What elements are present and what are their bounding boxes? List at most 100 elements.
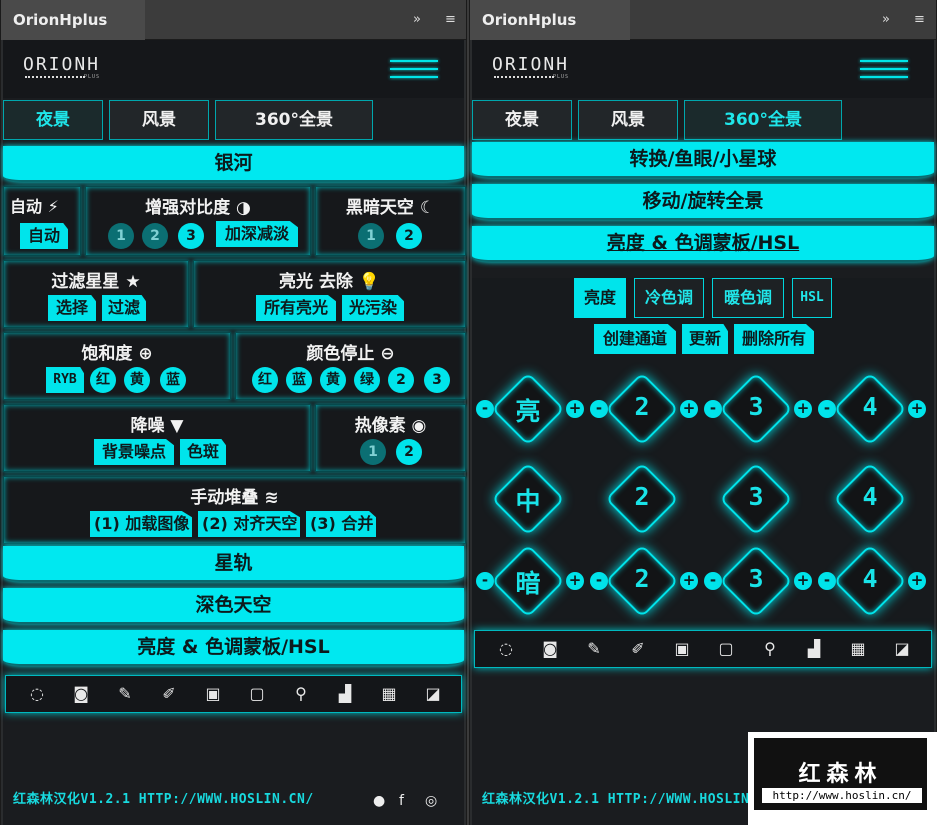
all-glow-button[interactable]: 所有亮光 xyxy=(256,295,336,321)
mode-tab-landscape[interactable]: 风景 xyxy=(578,100,678,140)
plus-button[interactable]: + xyxy=(566,572,584,590)
load-images-button[interactable]: (1) 加载图像 xyxy=(90,511,192,537)
plus-button[interactable]: + xyxy=(794,572,812,590)
lasso-brush-icon[interactable]: ◌ xyxy=(24,682,50,706)
eyedropper-icon[interactable]: ⚲ xyxy=(288,682,314,706)
hot-pixel-level-1[interactable]: 1 xyxy=(360,439,386,465)
filter-stars-button[interactable]: 过滤 xyxy=(102,295,146,321)
saturation-yellow-button[interactable]: 黄 xyxy=(124,367,150,393)
grid-icon[interactable]: ▦ xyxy=(376,682,402,706)
update-button[interactable]: 更新 xyxy=(682,324,728,354)
contrast-level-3[interactable]: 3 xyxy=(178,223,204,249)
expand-icon[interactable]: » xyxy=(882,12,890,27)
darksky-level-2[interactable]: 2 xyxy=(396,223,422,249)
plus-button[interactable]: + xyxy=(908,572,926,590)
contrast-level-1[interactable]: 1 xyxy=(108,223,134,249)
merge-button[interactable]: (3) 合并 xyxy=(306,511,376,537)
brush-light-icon[interactable]: ✐ xyxy=(156,682,182,706)
level-label: 3 xyxy=(748,392,764,421)
mask-circle-icon[interactable]: ◙ xyxy=(68,682,94,706)
select-stars-button[interactable]: 选择 xyxy=(48,295,96,321)
dodge-burn-button[interactable]: 加深减淡 xyxy=(216,221,298,247)
darksky-level-1[interactable]: 1 xyxy=(358,223,384,249)
brush-dark-icon[interactable]: ✎ xyxy=(581,637,607,661)
contrast-level-2[interactable]: 2 xyxy=(142,223,168,249)
delete-all-button[interactable]: 删除所有 xyxy=(734,324,814,354)
minus-button[interactable]: - xyxy=(704,400,722,418)
brush-light-icon[interactable]: ✐ xyxy=(625,637,651,661)
plus-button[interactable]: + xyxy=(680,572,698,590)
brush-dark-icon[interactable]: ✎ xyxy=(112,682,138,706)
stop-level-3[interactable]: 3 xyxy=(424,367,450,393)
curve-icon[interactable]: ◪ xyxy=(889,637,915,661)
mask-warm-button[interactable]: 暖色调 xyxy=(712,278,784,318)
left-tab-title[interactable]: OrionHplus v120 xyxy=(1,0,145,69)
align-sky-button[interactable]: (2) 对齐天空 xyxy=(198,511,300,537)
saturation-blue-button[interactable]: 蓝 xyxy=(160,367,186,393)
hot-pixel-level-2[interactable]: 2 xyxy=(396,439,422,465)
gradient-dark-icon[interactable]: ▣ xyxy=(669,637,695,661)
expand-icon[interactable]: » xyxy=(413,12,421,27)
bulb-icon: 💡 xyxy=(358,272,380,292)
minus-button[interactable]: - xyxy=(704,572,722,590)
stop-level-2[interactable]: 2 xyxy=(388,367,414,393)
brightness-hsl-section[interactable]: 亮度 & 色调蒙板/HSL xyxy=(3,630,464,666)
saturation-ryb-button[interactable]: RYB xyxy=(46,367,84,393)
stop-blue-button[interactable]: 蓝 xyxy=(286,367,312,393)
panel-menu-icon[interactable]: ≡ xyxy=(914,12,925,27)
plus-button[interactable]: + xyxy=(908,400,926,418)
eyedropper-icon[interactable]: ⚲ xyxy=(757,637,783,661)
light-pollution-button[interactable]: 光污染 xyxy=(342,295,404,321)
mode-tab-360[interactable]: 360°全景 xyxy=(684,100,842,140)
move-rotate-section[interactable]: 移动/旋转全景 xyxy=(472,184,934,220)
gradient-dark-icon[interactable]: ▣ xyxy=(200,682,226,706)
right-tab-title[interactable]: OrionHplus v.1.2.1 xyxy=(470,0,630,69)
plus-button[interactable]: + xyxy=(566,400,584,418)
mode-tab-landscape[interactable]: 风景 xyxy=(109,100,209,140)
stop-yellow-button[interactable]: 黄 xyxy=(320,367,346,393)
minus-button[interactable]: - xyxy=(476,400,494,418)
mode-tab-night[interactable]: 夜景 xyxy=(3,100,103,140)
stop-green-button[interactable]: 绿 xyxy=(354,367,380,393)
hamburger-menu-icon[interactable] xyxy=(390,60,438,80)
hamburger-menu-icon[interactable] xyxy=(860,60,908,80)
brightness-hsl-section[interactable]: 亮度 & 色调蒙板/HSL xyxy=(472,226,934,262)
deep-sky-section[interactable]: 深色天空 xyxy=(3,588,464,624)
right-footer-credit[interactable]: 红森林汉化V1.2.1 HTTP://WWW.HOSLIN.CN/ xyxy=(482,788,783,807)
globe-icon[interactable]: ● xyxy=(373,793,385,809)
plus-button[interactable]: + xyxy=(794,400,812,418)
mask-cool-button[interactable]: 冷色调 xyxy=(634,278,704,318)
mode-tab-360[interactable]: 360°全景 xyxy=(215,100,373,140)
instagram-icon[interactable]: ◎ xyxy=(425,793,437,809)
histogram-icon[interactable]: ▟ xyxy=(801,637,827,661)
mode-tab-night[interactable]: 夜景 xyxy=(472,100,572,140)
logo-dots-decoration xyxy=(25,76,85,80)
convert-section[interactable]: 转换/鱼眼/小星球 xyxy=(472,142,934,178)
mask-circle-icon[interactable]: ◙ xyxy=(537,637,563,661)
color-noise-button[interactable]: 色斑 xyxy=(180,439,226,465)
minus-button[interactable]: - xyxy=(590,400,608,418)
curve-icon[interactable]: ◪ xyxy=(420,682,446,706)
grid-icon[interactable]: ▦ xyxy=(845,637,871,661)
minus-button[interactable]: - xyxy=(818,400,836,418)
auto-button[interactable]: 自动 xyxy=(20,223,68,249)
saturation-red-button[interactable]: 红 xyxy=(90,367,116,393)
bg-noise-button[interactable]: 背景噪点 xyxy=(94,439,174,465)
mask-hsl-button[interactable]: HSL xyxy=(792,278,832,318)
lasso-brush-icon[interactable]: ◌ xyxy=(493,637,519,661)
minus-button[interactable]: - xyxy=(590,572,608,590)
minus-button[interactable]: - xyxy=(476,572,494,590)
panel-menu-icon[interactable]: ≡ xyxy=(445,12,456,27)
stop-red-button[interactable]: 红 xyxy=(252,367,278,393)
histogram-icon[interactable]: ▟ xyxy=(332,682,358,706)
minus-button[interactable]: - xyxy=(818,572,836,590)
plus-button[interactable]: + xyxy=(680,400,698,418)
create-channel-button[interactable]: 创建通道 xyxy=(594,324,676,354)
mask-brightness-button[interactable]: 亮度 xyxy=(574,278,626,318)
left-footer-credit[interactable]: 红森林汉化V1.2.1 HTTP://WWW.HOSLIN.CN/ xyxy=(13,788,314,807)
facebook-icon[interactable]: f xyxy=(399,793,404,809)
gradient-light-icon[interactable]: ▢ xyxy=(713,637,739,661)
gradient-light-icon[interactable]: ▢ xyxy=(244,682,270,706)
star-trails-section[interactable]: 星轨 xyxy=(3,546,464,582)
milkyway-section[interactable]: 银河 xyxy=(3,146,464,182)
